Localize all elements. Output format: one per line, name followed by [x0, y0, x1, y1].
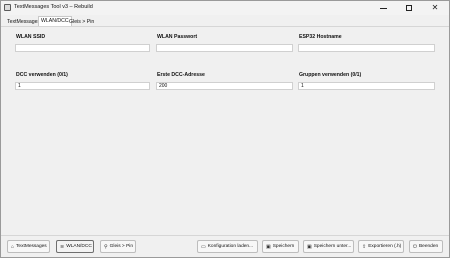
- wlan-ssid-label: WLAN SSID: [16, 34, 46, 40]
- dcc-enabled-label: DCC verwenden (0/1): [16, 72, 68, 78]
- groups-enabled-label: Gruppen verwenden (0/1): [299, 72, 362, 78]
- app-window: TextMessages Tool v3 – Rebuild ✕ TextMes…: [0, 0, 450, 258]
- first-dcc-address-label: Erste DCC-Adresse: [157, 72, 205, 78]
- minimize-icon: [379, 7, 387, 9]
- save-icon: ▣: [266, 243, 271, 250]
- first-dcc-address-input[interactable]: [156, 82, 293, 90]
- load-config-button-label: Konfiguration laden...: [207, 244, 254, 249]
- folder-open-icon: ▭: [201, 243, 206, 250]
- textmessages-button[interactable]: ⌂ TextMessages: [7, 240, 50, 253]
- save-as-icon: ▣: [307, 243, 312, 250]
- export-icon: ⇪: [362, 243, 367, 250]
- esp32-hostname-label: ESP32 Hostname: [299, 34, 342, 40]
- app-icon: [4, 4, 11, 11]
- wlan-ssid-input[interactable]: [15, 44, 150, 52]
- save-as-button-label: Speichern unter...: [313, 244, 352, 249]
- pin-icon: ⚲: [104, 243, 108, 250]
- quit-button[interactable]: ⏻ Beenden: [409, 240, 443, 253]
- power-icon: ⏻: [413, 243, 417, 250]
- maximize-button[interactable]: [399, 1, 419, 15]
- gleis-pin-button[interactable]: ⚲ Gleis > Pin: [100, 240, 136, 253]
- save-button-label: Speichern: [272, 244, 295, 249]
- dcc-enabled-input[interactable]: [15, 82, 150, 90]
- save-button[interactable]: ▣ Speichern: [262, 240, 299, 253]
- close-button[interactable]: ✕: [425, 1, 445, 15]
- wlan-dcc-button-label: WLAN/DCC: [66, 244, 92, 249]
- footer-divider: [1, 235, 449, 236]
- quit-button-label: Beenden: [418, 244, 439, 249]
- groups-enabled-input[interactable]: [298, 82, 435, 90]
- wlan-dcc-panel: WLAN SSID WLAN Passwort ESP32 Hostname D…: [1, 27, 449, 235]
- save-as-button[interactable]: ▣ Speichern unter...: [303, 240, 354, 253]
- load-config-button[interactable]: ▭ Konfiguration laden...: [197, 240, 258, 253]
- export-button[interactable]: ⇪ Exportieren (.h): [358, 240, 404, 253]
- window-title: TextMessages Tool v3 – Rebuild: [14, 4, 93, 10]
- wlan-password-label: WLAN Passwort: [157, 34, 198, 40]
- wifi-icon: ≋: [60, 243, 65, 250]
- title-bar[interactable]: TextMessages Tool v3 – Rebuild ✕: [1, 1, 449, 15]
- textmessages-button-label: TextMessages: [16, 244, 47, 249]
- wlan-dcc-button[interactable]: ≋ WLAN/DCC: [56, 240, 94, 253]
- gleis-pin-button-label: Gleis > Pin: [109, 244, 134, 249]
- minimize-button[interactable]: [373, 1, 393, 15]
- home-icon: ⌂: [11, 243, 15, 250]
- close-icon: ✕: [431, 3, 439, 12]
- maximize-icon: [406, 5, 412, 11]
- esp32-hostname-input[interactable]: [298, 44, 435, 52]
- export-button-label: Exportieren (.h): [368, 244, 402, 249]
- wlan-password-input[interactable]: [156, 44, 293, 52]
